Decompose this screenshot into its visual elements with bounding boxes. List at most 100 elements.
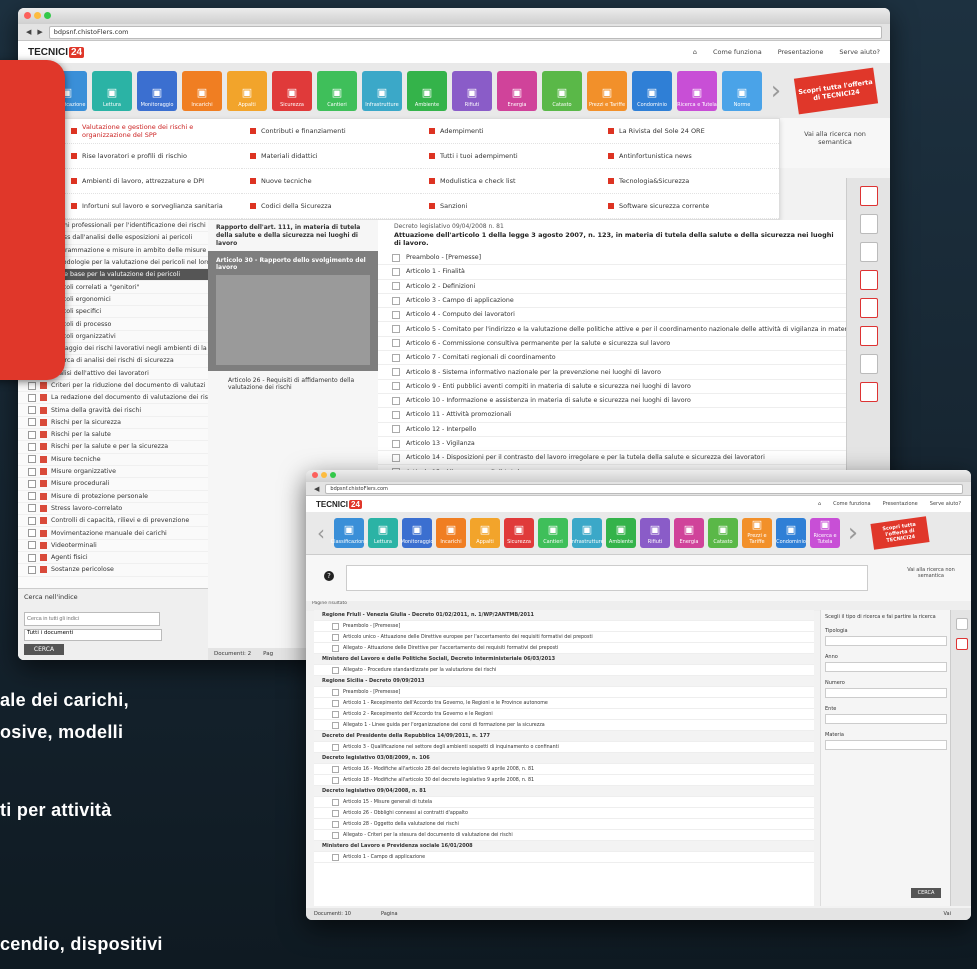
article-row[interactable]: Articolo 7 - Comitati regionali di coord… <box>378 351 846 366</box>
print-icon[interactable] <box>860 214 878 234</box>
chart-icon[interactable] <box>860 382 878 402</box>
tree-item[interactable]: Sostanze pericolose <box>18 564 208 577</box>
tree-checkbox[interactable] <box>28 455 36 464</box>
share-icon[interactable] <box>955 638 968 650</box>
result-checkbox[interactable] <box>332 809 339 817</box>
filter-field-input[interactable] <box>825 688 947 698</box>
tree-item[interactable]: Misure tecniche <box>18 454 208 466</box>
top-link-presentation[interactable]: Presentazione <box>883 501 918 507</box>
window-controls[interactable] <box>24 12 51 19</box>
result-row[interactable]: Allegato - Criteri per la stesura del do… <box>314 830 814 841</box>
dropdown-item[interactable]: Valutazione e gestione dei rischi e orga… <box>63 119 242 144</box>
category-tile[interactable]: ▣ Appalti <box>227 71 267 111</box>
category-tile[interactable]: ▣ Norme <box>722 71 762 111</box>
category-tile[interactable]: ▣ Incarichi <box>436 518 466 548</box>
tree-item[interactable]: Criteri per la riduzione del documento d… <box>18 380 208 393</box>
result-document-title[interactable]: Decreto del Presidente della Repubblica … <box>314 731 814 742</box>
search-input[interactable] <box>346 565 868 591</box>
article-row[interactable]: Articolo 5 - Comitato per l'indirizzo e … <box>378 322 846 337</box>
category-tile[interactable]: ▣ Appalti <box>470 518 500 548</box>
dropdown-item[interactable]: Modulistica e check list <box>421 169 600 194</box>
article-checkbox[interactable] <box>392 410 400 419</box>
category-tile[interactable]: ▣ Prezzi e Tariffe <box>742 518 772 548</box>
tree-item[interactable]: Rischi per la salute <box>18 429 208 442</box>
article-checkbox[interactable] <box>392 439 400 448</box>
category-tile[interactable]: ▣ Rifiuti <box>452 71 492 111</box>
category-tile[interactable]: ▣ Ambiente <box>606 518 636 548</box>
tree-item[interactable]: Movimentazione manuale dei carichi <box>18 527 208 540</box>
tree-item[interactable]: Stima della gravità dei rischi <box>18 404 208 417</box>
article-checkbox[interactable] <box>392 382 400 391</box>
site-logo[interactable]: TECNICI 24 <box>28 46 85 58</box>
category-tile[interactable]: ▣ Energia <box>497 71 537 111</box>
filter-field-input[interactable] <box>825 636 947 646</box>
tree-item[interactable]: Misure organizzative <box>18 466 208 479</box>
tree-checkbox[interactable] <box>28 553 36 562</box>
article-row[interactable]: Preambolo - [Premesse] <box>378 251 846 266</box>
article-checkbox[interactable] <box>392 253 400 262</box>
bookmark-icon[interactable] <box>860 354 878 374</box>
result-row[interactable]: Allegato - Procedure standardizzate per … <box>314 665 814 676</box>
result-row[interactable]: Articolo 28 - Oggetto della valutazione … <box>314 819 814 830</box>
tree-checkbox[interactable] <box>28 406 36 415</box>
result-row[interactable]: Articolo 2 - Recepimento dell'Accordo tr… <box>314 709 814 720</box>
home-icon[interactable]: ⌂ <box>818 501 821 507</box>
category-tile[interactable]: ▣ Lettura <box>368 518 398 548</box>
top-link-how[interactable]: Come funziona <box>713 48 762 56</box>
dropdown-item[interactable]: Ambienti di lavoro, attrezzature e DPI <box>63 169 242 194</box>
address-bar[interactable]: bdpsnf.chistoFlers.com <box>325 483 963 494</box>
article-row[interactable]: Articolo 1 - Finalità <box>378 265 846 280</box>
category-tile[interactable]: ▣ Sicurezza <box>272 71 312 111</box>
tree-item[interactable]: Stress lavoro-correlato <box>18 503 208 516</box>
result-checkbox[interactable] <box>332 765 339 773</box>
result-document-title[interactable]: Ministero del Lavoro e delle Politiche S… <box>314 654 814 665</box>
tree-item[interactable]: Misure di protezione personale <box>18 491 208 503</box>
category-tile[interactable]: ▣ Ricerca e Tutela <box>810 518 840 548</box>
top-link-help[interactable]: Serve aiuto? <box>930 501 961 507</box>
category-tile[interactable]: ▣ Infrastrutture <box>362 71 402 111</box>
tree-checkbox[interactable] <box>28 516 36 525</box>
tree-checkbox[interactable] <box>28 479 36 488</box>
top-link-help[interactable]: Serve aiuto? <box>839 48 880 56</box>
article-row[interactable]: Articolo 13 - Vigilanza <box>378 437 846 452</box>
result-document-title[interactable]: Decreto legislativo 03/08/2009, n. 106 <box>314 753 814 764</box>
filter-field-input[interactable] <box>825 662 947 672</box>
category-tile[interactable]: ▣ Lettura <box>92 71 132 111</box>
carousel-next-icon[interactable]: › <box>844 518 862 548</box>
category-tile[interactable]: ▣ Energia <box>674 518 704 548</box>
result-row[interactable]: Articolo 16 - Modifiche all'articolo 28 … <box>314 764 814 775</box>
result-row[interactable]: Articolo 1 - Campo di applicazione <box>314 852 814 863</box>
notes-icon[interactable] <box>860 298 878 318</box>
article-checkbox[interactable] <box>392 368 400 377</box>
dropdown-item[interactable]: Nuove tecniche <box>242 169 421 194</box>
filter-field-input[interactable] <box>825 740 947 750</box>
result-checkbox[interactable] <box>332 644 339 652</box>
article-row[interactable]: Articolo 9 - Enti pubblici aventi compit… <box>378 380 846 394</box>
category-tile[interactable]: ▣ Infrastrutture <box>570 518 604 548</box>
dropdown-item[interactable]: Adempimenti <box>421 119 600 144</box>
back-icon[interactable]: ◀ <box>314 485 319 493</box>
tree-checkbox[interactable] <box>28 565 36 574</box>
dropdown-item[interactable]: Materiali didattici <box>242 144 421 169</box>
result-checkbox[interactable] <box>332 688 339 696</box>
top-link-presentation[interactable]: Presentazione <box>778 48 824 56</box>
dropdown-item[interactable]: Contributi e finanziamenti <box>242 119 421 144</box>
article-checkbox[interactable] <box>392 339 400 348</box>
result-row[interactable]: Allegato - Attuazione delle Direttive pe… <box>314 643 814 654</box>
index-search-input[interactable] <box>24 612 160 626</box>
article-row[interactable]: Articolo 6 - Commissione consultiva perm… <box>378 337 846 352</box>
category-tile[interactable]: ▣ Cantieri <box>538 518 568 548</box>
article-row[interactable]: Articolo 12 - Interpello <box>378 423 846 437</box>
article-checkbox[interactable] <box>392 310 400 319</box>
dropdown-item[interactable]: Sanzioni <box>421 194 600 219</box>
tree-item[interactable]: Videoterminali <box>18 540 208 553</box>
result-document-title[interactable]: Regione Friuli - Venezia Giulia - Decret… <box>314 610 814 621</box>
result-checkbox[interactable] <box>332 820 339 828</box>
category-tile[interactable]: ▣ Sicurezza <box>504 518 534 548</box>
mid-item-selected[interactable]: Articolo 30 - Rapporto dello svolgimento… <box>208 251 378 372</box>
article-checkbox[interactable] <box>392 325 400 334</box>
search-note[interactable]: Vai alla ricerca non semantica <box>800 130 870 146</box>
result-document-title[interactable]: Ministero del Lavoro e Previdenza social… <box>314 841 814 852</box>
filter-field-input[interactable] <box>825 714 947 724</box>
result-checkbox[interactable] <box>332 743 339 751</box>
